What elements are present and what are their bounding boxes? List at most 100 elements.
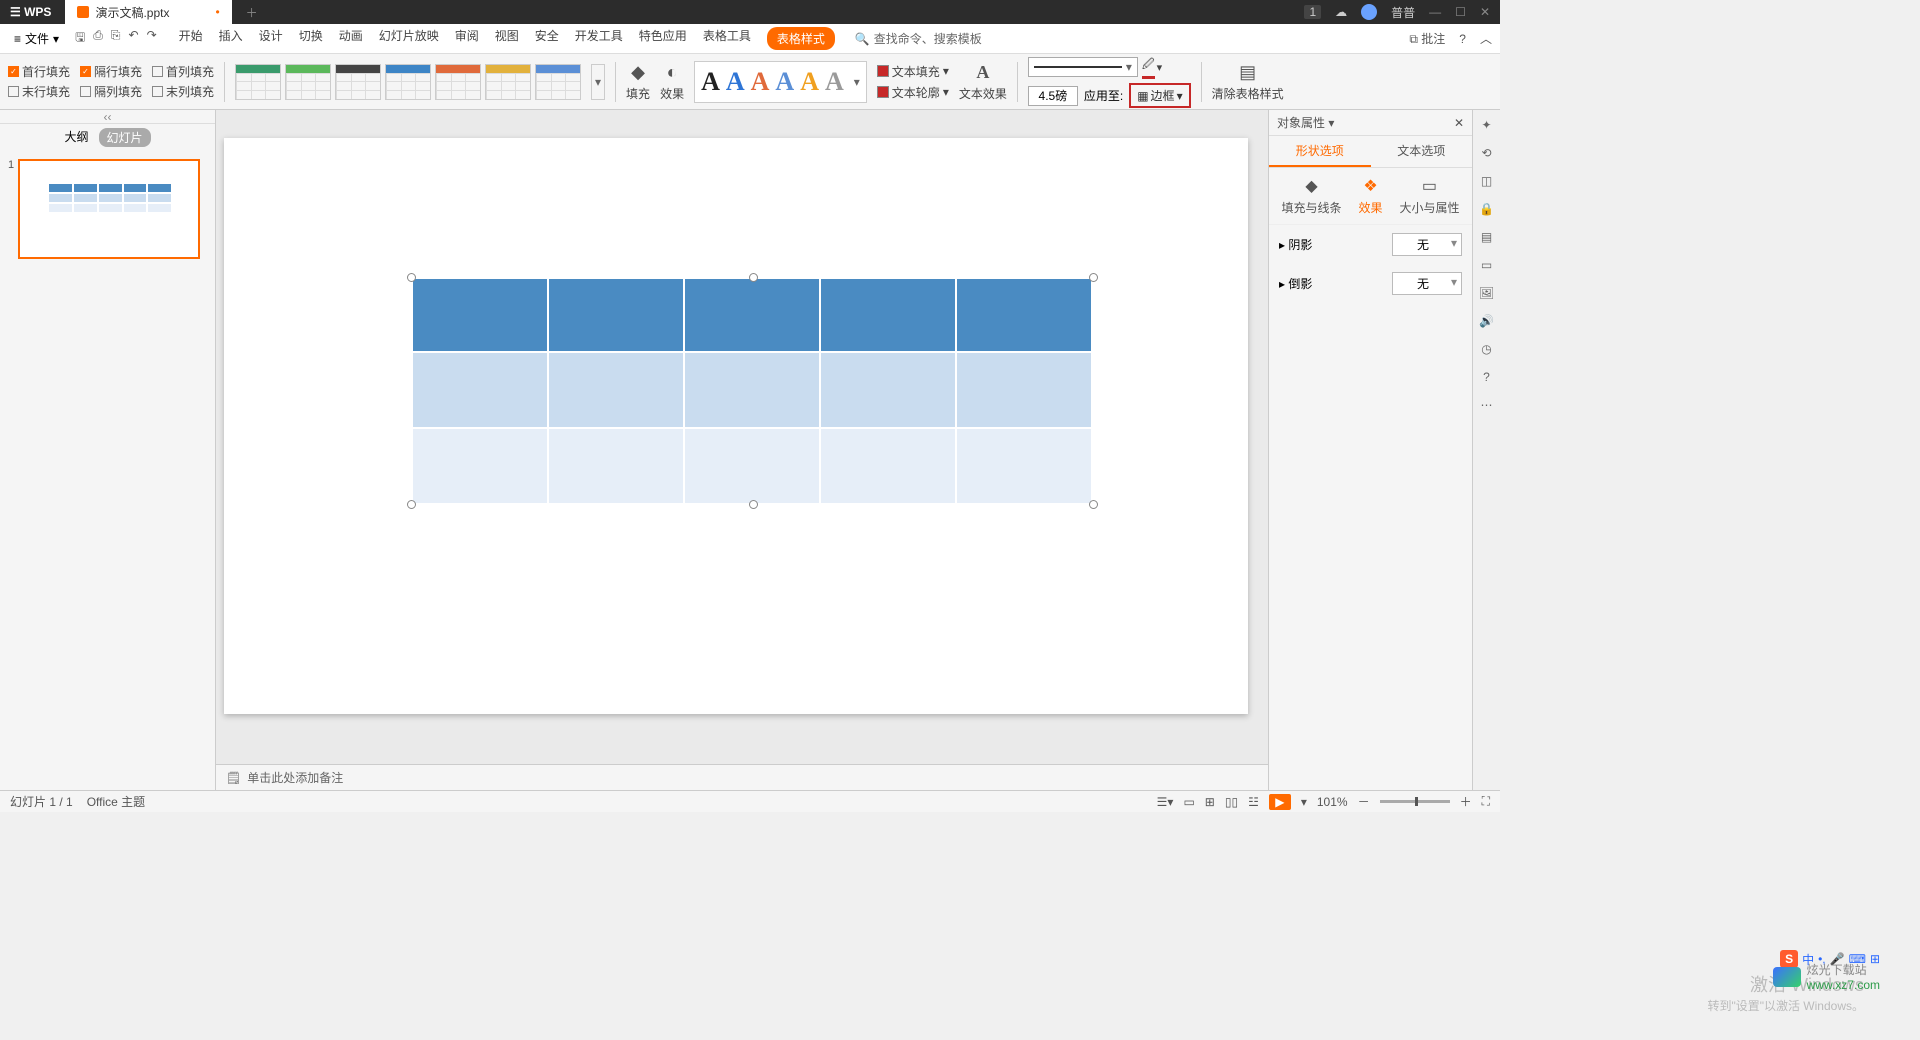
border-apply-button[interactable]: ▦ 边框 ▾: [1129, 83, 1190, 108]
annotate-button[interactable]: ⧉ 批注: [1409, 30, 1445, 47]
zoom-out-icon[interactable]: －: [1358, 793, 1370, 810]
resize-handle[interactable]: [749, 273, 758, 282]
wordart-style-4[interactable]: A: [800, 67, 819, 97]
text-fill-button[interactable]: 文本填充 ▾: [877, 63, 949, 80]
new-tab-button[interactable]: ＋: [232, 4, 272, 21]
resize-handle[interactable]: [1089, 500, 1098, 509]
check-banded_col[interactable]: 隔列填充: [80, 83, 142, 100]
ribbon-tab-6[interactable]: 审阅: [455, 27, 479, 50]
effect-button[interactable]: ◐效果: [660, 62, 684, 102]
text-options-tab[interactable]: 文本选项: [1371, 136, 1473, 167]
navigator-icon[interactable]: ⟲: [1481, 146, 1491, 160]
effect-subtab[interactable]: ❖效果: [1358, 176, 1382, 216]
ribbon-tab-5[interactable]: 幻灯片放映: [379, 27, 439, 50]
table-style-2[interactable]: [335, 64, 381, 100]
table-style-3[interactable]: [385, 64, 431, 100]
zoom-slider[interactable]: [1380, 800, 1450, 803]
ribbon-tab-3[interactable]: 切换: [299, 27, 323, 50]
border-line-style[interactable]: ▾: [1028, 57, 1138, 77]
slide-thumbnail[interactable]: [18, 159, 200, 259]
resize-handle[interactable]: [749, 500, 758, 509]
notes-bar[interactable]: 🗒 单击此处添加备注: [216, 764, 1268, 790]
ribbon-tab-9[interactable]: 开发工具: [575, 27, 623, 50]
sogou-icon[interactable]: S: [1780, 950, 1798, 968]
check-last_row[interactable]: 末行填充: [8, 83, 70, 100]
clear-table-style-button[interactable]: ▤清除表格样式: [1212, 62, 1284, 102]
selected-table[interactable]: [412, 278, 1092, 504]
save-icon[interactable]: 🖫: [75, 28, 85, 49]
table-style-4[interactable]: [435, 64, 481, 100]
wordart-style-1[interactable]: A: [726, 67, 745, 97]
help-icon[interactable]: ?: [1459, 32, 1466, 46]
file-menu[interactable]: ≡ 文件 ▾: [8, 28, 65, 49]
ribbon-tab-0[interactable]: 开始: [179, 27, 203, 50]
view-presenter-icon[interactable]: ☳: [1248, 795, 1259, 809]
ribbon-tab-8[interactable]: 安全: [535, 27, 559, 50]
ribbon-tab-7[interactable]: 视图: [495, 27, 519, 50]
check-last_col[interactable]: 末列填充: [152, 83, 214, 100]
zoom-level[interactable]: 101%: [1317, 795, 1348, 809]
zoom-in-icon[interactable]: ＋: [1460, 793, 1472, 810]
ai-icon[interactable]: ✦: [1481, 118, 1491, 132]
view-normal-icon[interactable]: ▭: [1183, 795, 1194, 809]
undo-icon[interactable]: ↶: [129, 28, 139, 49]
shape-options-tab[interactable]: 形状选项: [1269, 136, 1371, 167]
view-reading-icon[interactable]: ▯▯: [1225, 795, 1238, 809]
table-style-1[interactable]: [285, 64, 331, 100]
ribbon-tab-12[interactable]: 表格样式: [767, 27, 835, 50]
wordart-style-button[interactable]: A文本效果: [959, 62, 1007, 102]
table-style-0[interactable]: [235, 64, 281, 100]
notes-toggle-icon[interactable]: ☰▾: [1157, 795, 1174, 809]
ribbon-tab-1[interactable]: 插入: [219, 27, 243, 50]
ribbon-tab-11[interactable]: 表格工具: [703, 27, 751, 50]
view-sorter-icon[interactable]: ⊞: [1205, 795, 1215, 809]
help-icon[interactable]: ?: [1483, 370, 1490, 384]
gallery-more-button[interactable]: ▾: [591, 64, 605, 100]
document-tab[interactable]: 演示文稿.pptx •: [65, 0, 231, 24]
table-style-6[interactable]: [535, 64, 581, 100]
ime-menu-icon[interactable]: ⊞: [1870, 952, 1880, 966]
redo-icon[interactable]: ↷: [147, 28, 157, 49]
more-icon[interactable]: ⋯: [1481, 398, 1493, 412]
notification-badge[interactable]: 1: [1304, 5, 1321, 19]
wordart-gallery[interactable]: AAAAAA▾: [694, 61, 867, 103]
ribbon-tab-4[interactable]: 动画: [339, 27, 363, 50]
ime-mic-icon[interactable]: 🎤: [1830, 952, 1845, 966]
close-panel-icon[interactable]: ✕: [1454, 116, 1464, 130]
ribbon-tab-10[interactable]: 特色应用: [639, 27, 687, 50]
ruler-icon[interactable]: ▭: [1481, 258, 1492, 272]
user-avatar[interactable]: [1361, 4, 1377, 20]
table-style-gallery[interactable]: [235, 64, 581, 100]
fill-line-subtab[interactable]: ◆填充与线条: [1281, 176, 1341, 216]
maximize-button[interactable]: ☐: [1455, 5, 1466, 19]
ime-keyboard-icon[interactable]: ⌨: [1849, 952, 1866, 966]
slideshow-button[interactable]: ▶: [1269, 794, 1291, 810]
collapse-panel-button[interactable]: ‹‹: [0, 110, 215, 124]
resize-handle[interactable]: [407, 273, 416, 282]
check-first_row[interactable]: ✓首行填充: [8, 63, 70, 80]
sound-icon[interactable]: 🔊: [1479, 314, 1494, 328]
wordart-style-3[interactable]: A: [775, 67, 794, 97]
print-preview-icon[interactable]: ⎘: [111, 28, 121, 49]
ime-lang[interactable]: 中: [1802, 951, 1814, 968]
check-first_col[interactable]: 首列填充: [152, 63, 214, 80]
collapse-ribbon-icon[interactable]: ︿: [1480, 30, 1492, 47]
ime-punct-icon[interactable]: •,: [1818, 952, 1826, 966]
slides-tab[interactable]: 幻灯片: [99, 128, 151, 147]
slide-canvas[interactable]: [224, 138, 1248, 714]
border-color-button[interactable]: 🖉▾: [1142, 55, 1162, 79]
table-style-5[interactable]: [485, 64, 531, 100]
wordart-style-2[interactable]: A: [751, 67, 770, 97]
text-outline-button[interactable]: 文本轮廓 ▾: [877, 84, 949, 101]
select-icon[interactable]: ◫: [1481, 174, 1492, 188]
wordart-more[interactable]: ▾: [850, 75, 860, 89]
fill-button[interactable]: ◆填充: [626, 62, 650, 102]
border-weight-input[interactable]: 4.5磅: [1028, 86, 1078, 106]
fit-icon[interactable]: ⛶: [1482, 794, 1490, 809]
outline-tab[interactable]: 大纲: [64, 128, 88, 147]
resize-handle[interactable]: [407, 500, 416, 509]
reflection-select[interactable]: 无: [1392, 272, 1462, 295]
print-icon[interactable]: ⎙: [93, 28, 103, 49]
layers-icon[interactable]: ▤: [1481, 230, 1492, 244]
lock-icon[interactable]: 🔒: [1479, 202, 1494, 216]
